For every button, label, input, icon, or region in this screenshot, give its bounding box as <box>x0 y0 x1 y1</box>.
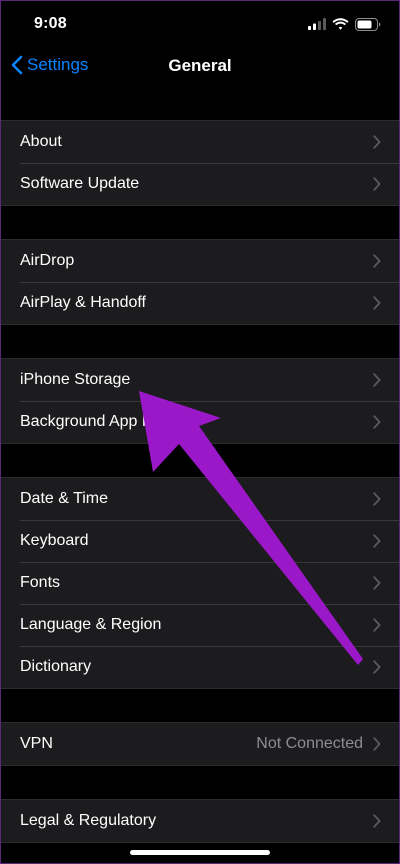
chevron-right-icon <box>373 737 381 751</box>
navigation-bar: Settings General <box>1 47 399 87</box>
section-spacer <box>1 689 399 722</box>
chevron-right-icon <box>373 576 381 590</box>
chevron-right-icon <box>373 177 381 191</box>
status-icons <box>308 16 381 32</box>
settings-row-date-and-time[interactable]: Date & Time <box>1 478 399 520</box>
section-spacer <box>1 325 399 358</box>
chevron-right-icon <box>373 618 381 632</box>
settings-group: AirDrop AirPlay & Handoff <box>1 239 399 325</box>
cellular-signal-icon <box>308 18 326 30</box>
section-spacer <box>1 766 399 799</box>
section-spacer <box>1 87 399 120</box>
settings-row-label: AirPlay & Handoff <box>20 294 146 311</box>
settings-row-fonts[interactable]: Fonts <box>1 562 399 604</box>
chevron-right-icon <box>373 296 381 310</box>
settings-row-label: Language & Region <box>20 616 162 633</box>
settings-row-label: Background App Refresh <box>20 413 198 430</box>
settings-row-label: Fonts <box>20 574 61 591</box>
settings-row-value: Not Connected <box>256 735 363 752</box>
settings-row-label: Software Update <box>20 175 140 192</box>
settings-row-label: Legal & Regulatory <box>20 812 157 829</box>
settings-row-label: VPN <box>20 735 53 752</box>
settings-row-software-update[interactable]: Software Update <box>1 163 399 205</box>
settings-row-about[interactable]: About <box>1 121 399 163</box>
chevron-right-icon <box>373 492 381 506</box>
settings-group: iPhone Storage Background App Refresh <box>1 358 399 444</box>
battery-icon <box>355 17 381 31</box>
settings-row-label: AirDrop <box>20 252 75 269</box>
section-spacer <box>1 206 399 239</box>
settings-row-label: iPhone Storage <box>20 371 131 388</box>
settings-row-legal-and-regulatory[interactable]: Legal & Regulatory <box>1 800 399 842</box>
wifi-icon <box>332 18 349 30</box>
settings-group: Date & Time Keyboard Fonts Language & Regio… <box>1 477 399 689</box>
page-title: General <box>168 56 232 75</box>
settings-group: Legal & Regulatory <box>1 799 399 843</box>
chevron-right-icon <box>373 814 381 828</box>
status-time: 9:08 <box>34 15 67 32</box>
settings-row-keyboard[interactable]: Keyboard <box>1 520 399 562</box>
settings-row-label: About <box>20 133 62 150</box>
settings-list: About Software Update AirDrop AirPlay & Han… <box>1 87 399 843</box>
settings-row-vpn[interactable]: VPN Not Connected <box>1 723 399 765</box>
settings-row-background-app-refresh[interactable]: Background App Refresh <box>1 401 399 443</box>
chevron-right-icon <box>373 415 381 429</box>
settings-row-iphone-storage[interactable]: iPhone Storage <box>1 359 399 401</box>
settings-row-label: Dictionary <box>20 658 92 675</box>
settings-row-airdrop[interactable]: AirDrop <box>1 240 399 282</box>
settings-row-dictionary[interactable]: Dictionary <box>1 646 399 688</box>
section-spacer <box>1 444 399 477</box>
settings-row-label: Date & Time <box>20 490 109 507</box>
chevron-right-icon <box>373 254 381 268</box>
settings-row-label: Keyboard <box>20 532 89 549</box>
home-indicator[interactable] <box>130 850 270 855</box>
settings-group: About Software Update <box>1 120 399 206</box>
settings-row-language-and-region[interactable]: Language & Region <box>1 604 399 646</box>
chevron-right-icon <box>373 135 381 149</box>
status-bar: 9:08 <box>1 1 399 47</box>
chevron-right-icon <box>373 660 381 674</box>
settings-group: VPN Not Connected <box>1 722 399 766</box>
settings-row-airplay-and-handoff[interactable]: AirPlay & Handoff <box>1 282 399 324</box>
chevron-right-icon <box>373 373 381 387</box>
chevron-right-icon <box>373 534 381 548</box>
